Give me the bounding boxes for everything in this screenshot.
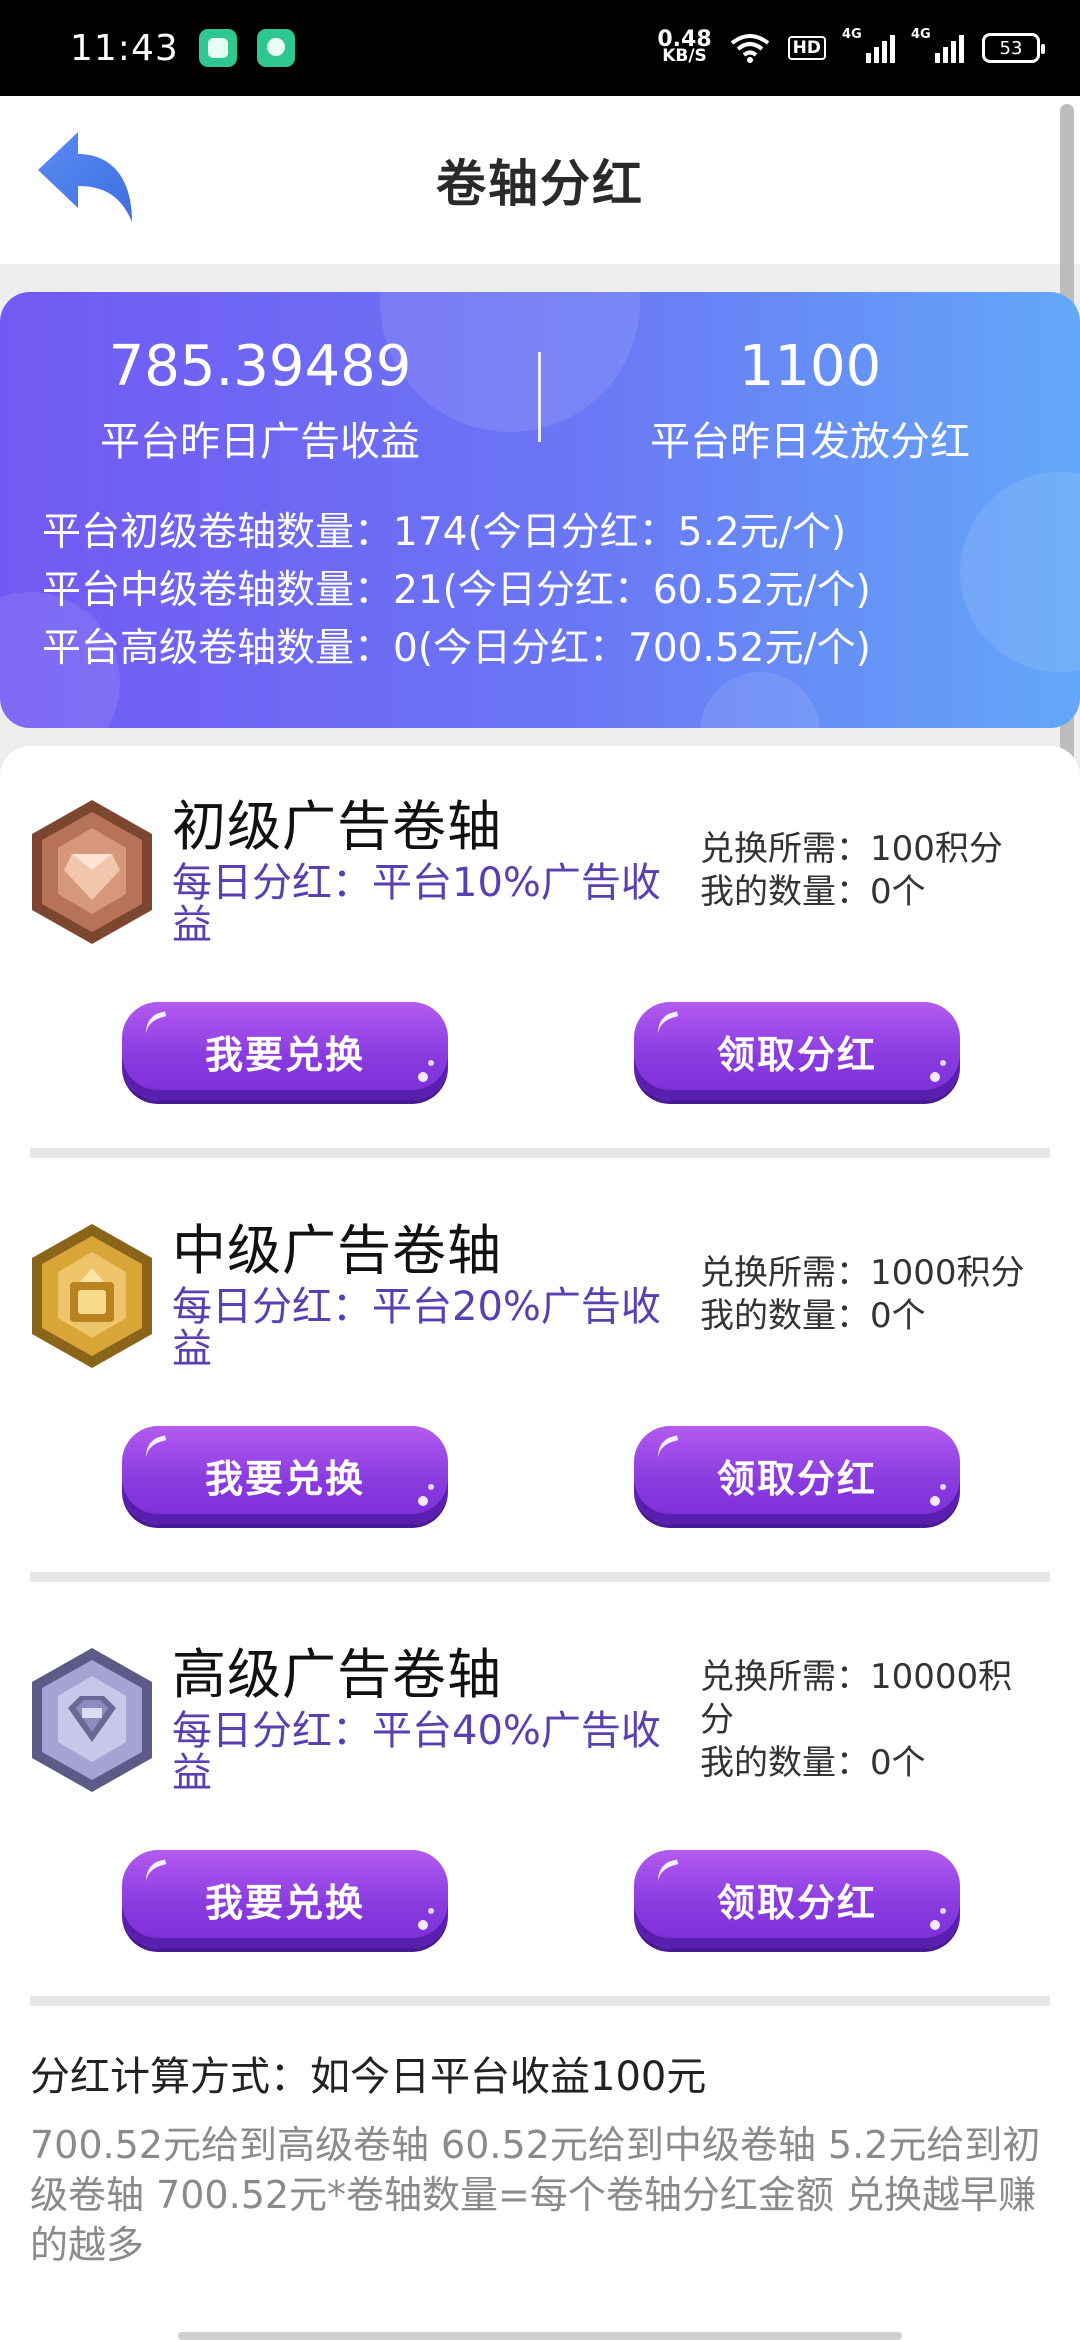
tier-title: 初级广告卷轴 [172,795,502,858]
tier-title: 中级广告卷轴 [172,1219,502,1282]
dividend-label: 平台昨日发放分红 [650,419,970,465]
exchange-button[interactable]: 我要兑换 [122,1002,448,1100]
signal-icon-2: 4G [911,27,964,63]
net-speed-unit: KB/S [662,46,707,66]
back-arrow-icon[interactable] [32,126,140,234]
ad-income-stat: 785.39489 平台昨日广告收益 [30,322,490,472]
tier-title: 高级广告卷轴 [172,1643,502,1706]
signal-tag-2: 4G [911,27,931,42]
battery-level: 53 [999,37,1023,59]
claim-dividend-button[interactable]: 领取分红 [634,1426,960,1524]
mid-scroll-count: 平台中级卷轴数量：21(今日分红：60.52元/个) [42,568,871,613]
tier-cost: 兑换所需：10000积分 [700,1657,1013,1740]
tier-owned: 我的数量：0个 [700,1296,926,1336]
battery-icon: 53 [982,33,1045,63]
gold-hexagon-badge-icon [32,1224,152,1368]
tier-cost: 兑换所需：1000积分 [700,1253,1025,1293]
tier-owned: 我的数量：0个 [700,1743,926,1783]
ad-income-label: 平台昨日广告收益 [100,419,420,465]
status-bar: 11:43 0.48 KB/S HD 4G 4G 53 [0,0,1080,96]
claim-dividend-button[interactable]: 领取分红 [634,1002,960,1100]
high-scroll-count: 平台高级卷轴数量：0(今日分红：700.52元/个) [42,626,871,671]
scroll-list-card: 初级广告卷轴 每日分红：平台10%广告收益 兑换所需：100积分 我的数量：0个… [0,746,1080,2340]
formula-body: 700.52元给到高级卷轴 60.52元给到中级卷轴 5.2元给到初级卷轴 70… [30,2123,1041,2267]
page-title: 卷轴分红 [436,155,644,213]
status-icons: 0.48 KB/S HD 4G 4G 53 [657,27,1045,66]
signal-tag: 4G [842,27,862,42]
tier-info: 兑换所需：100积分 我的数量：0个 [700,828,1040,914]
tier-basic: 初级广告卷轴 每日分红：平台10%广告收益 兑换所需：100积分 我的数量：0个… [0,746,1080,1158]
bronze-hexagon-badge-icon [32,800,152,944]
status-time: 11:43 [70,27,179,69]
exchange-button[interactable]: 我要兑换 [122,1850,448,1948]
summary-banner: 785.39489 平台昨日广告收益 1100 平台昨日发放分红 平台初级卷轴数… [0,292,1080,728]
home-indicator [178,2332,902,2340]
dividend-value: 1100 [738,334,882,399]
stat-divider [538,352,541,442]
tier-desc: 每日分红：平台10%广告收益 [172,860,661,948]
signal-icon: 4G [842,27,895,63]
tier-high: 高级广告卷轴 每日分红：平台40%广告收益 兑换所需：10000积分 我的数量：… [0,1594,1080,2006]
divider [30,1148,1050,1158]
tier-desc: 每日分红：平台40%广告收益 [172,1708,661,1796]
tier-cost: 兑换所需：100积分 [700,829,1003,869]
divider [30,1996,1050,2006]
formula-title: 分红计算方式：如今日平台收益100元 [30,2054,707,2100]
ad-income-value: 785.39489 [108,334,412,399]
wifi-icon [730,34,769,63]
tier-mid: 中级广告卷轴 每日分红：平台20%广告收益 兑换所需：1000积分 我的数量：0… [0,1170,1080,1582]
exchange-button[interactable]: 我要兑换 [122,1426,448,1524]
dividend-stat: 1100 平台昨日发放分红 [580,322,1040,472]
header: 卷轴分红 [0,96,1080,264]
notification-app-icon [198,29,237,67]
tier-desc: 每日分红：平台20%广告收益 [172,1284,661,1372]
hd-icon: HD [787,36,826,60]
claim-dividend-button[interactable]: 领取分红 [634,1850,960,1948]
app-root: 11:43 0.48 KB/S HD 4G 4G 53 卷轴分红 785.394… [0,0,1080,2340]
basic-scroll-count: 平台初级卷轴数量：174(今日分红：5.2元/个) [42,510,847,555]
divider [30,1572,1050,1582]
scroll-count-lines: 平台初级卷轴数量：174(今日分红：5.2元/个) 平台中级卷轴数量：21(今日… [42,504,871,678]
silver-diamond-hexagon-badge-icon [32,1648,152,1792]
net-speed: 0.48 KB/S [657,29,711,66]
tier-owned: 我的数量：0个 [700,872,926,912]
tier-info: 兑换所需：1000积分 我的数量：0个 [700,1252,1040,1338]
tier-info: 兑换所需：10000积分 我的数量：0个 [700,1656,1040,1785]
dividend-formula: 分红计算方式：如今日平台收益100元 700.52元给到高级卷轴 60.52元给… [30,2046,1050,2270]
notification-chat-icon [256,29,295,67]
